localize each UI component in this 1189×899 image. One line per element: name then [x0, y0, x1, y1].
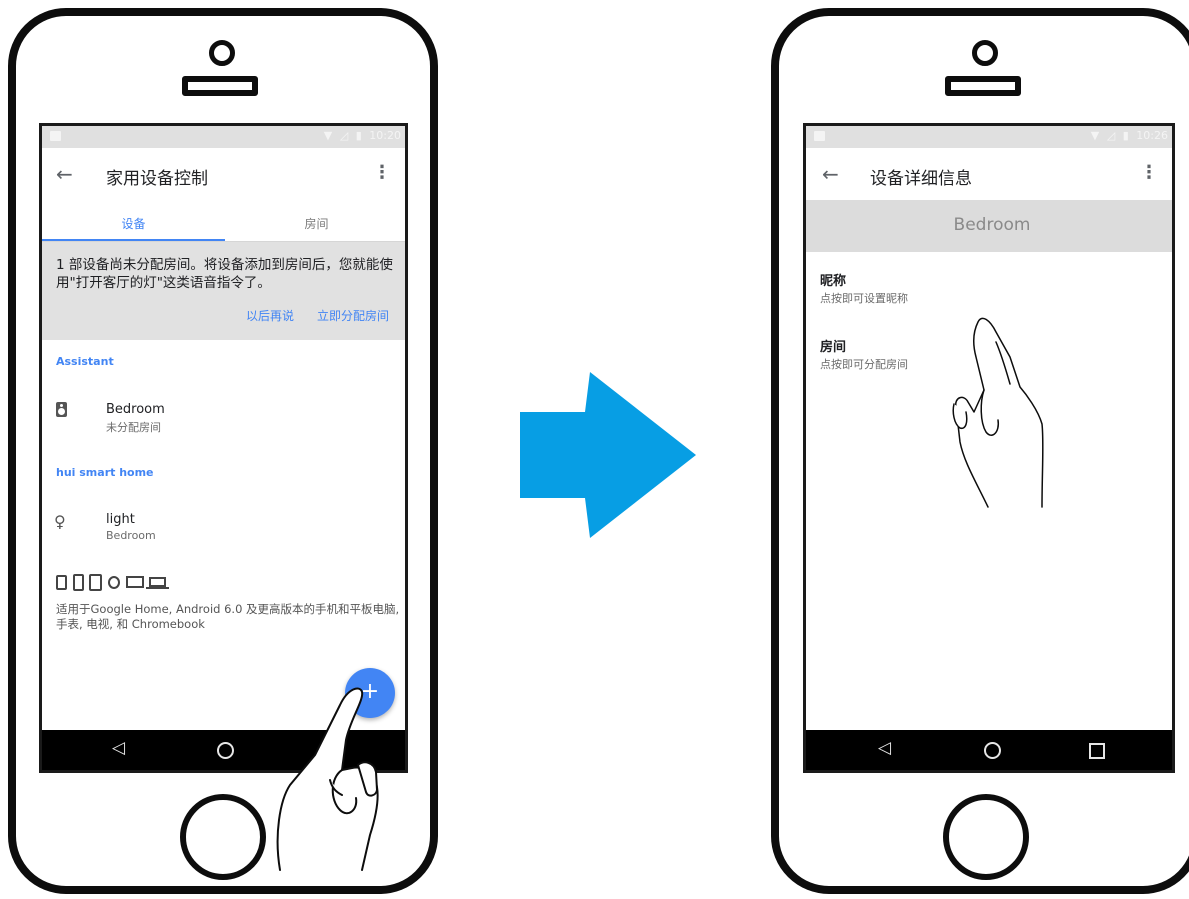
speaker-icon — [56, 402, 67, 417]
back-arrow-icon[interactable]: ← — [56, 162, 73, 186]
later-button[interactable]: 以后再说 — [246, 307, 294, 324]
tapping-hand-left-illustration — [276, 687, 379, 871]
right-phone-home-button — [943, 794, 1029, 880]
left-phone-speaker — [182, 76, 258, 96]
tab-devices[interactable]: 设备 — [42, 215, 225, 232]
status-bar: ▼ ◿ ▮ 10:20 — [42, 126, 405, 148]
device-types-row — [56, 574, 186, 592]
transition-arrow-icon — [520, 372, 696, 538]
status-time: 10:20 — [369, 129, 401, 142]
status-bar: ▼ ◿ ▮ 10:26 — [806, 126, 1172, 148]
right-phone-screen: ▼ ◿ ▮ 10:26 ← 设备详细信息 ⋮ Bedroom 昵称 点按即可设置… — [803, 123, 1175, 773]
notification-icon — [814, 131, 825, 141]
nav-home-icon[interactable] — [984, 742, 1001, 759]
wifi-icon: ▼ — [1090, 129, 1100, 142]
laptop-icon — [149, 577, 166, 587]
unassigned-banner: 1 部设备尚未分配房间。将设备添加到房间后，您就能使用"打开客厅的灯"这类语音指… — [42, 242, 405, 340]
signal-icon: ◿ — [1106, 129, 1116, 142]
item-title: light — [106, 512, 135, 527]
item-title: Bedroom — [106, 402, 165, 417]
right-phone-speaker — [945, 76, 1021, 96]
list-item-bedroom-speaker[interactable]: Bedroom 未分配房间 — [42, 386, 405, 436]
nav-home-icon[interactable] — [217, 742, 234, 759]
tablet-icon — [89, 574, 102, 591]
left-phone-camera — [209, 40, 235, 66]
field-label: 昵称 — [820, 274, 847, 289]
tab-rooms[interactable]: 房间 — [225, 215, 405, 232]
status-time: 10:26 — [1136, 129, 1168, 142]
signal-icon: ◿ — [339, 129, 349, 142]
lightbulb-icon: ♀ — [54, 512, 66, 531]
compatibility-text: 适用于Google Home, Android 6.0 及更高版本的手机和平板电… — [56, 602, 400, 631]
section-header-assistant: Assistant — [56, 355, 114, 368]
battery-icon: ▮ — [1122, 129, 1129, 142]
more-vert-icon[interactable]: ⋮ — [373, 162, 391, 183]
laptop-base — [146, 587, 169, 589]
right-phone-camera — [972, 40, 998, 66]
page-title: 设备详细信息 — [870, 169, 972, 189]
battery-icon: ▮ — [355, 129, 362, 142]
field-label: 房间 — [820, 340, 847, 355]
item-subtitle: 未分配房间 — [106, 421, 161, 434]
section-header-hui-smart-home: hui smart home — [56, 466, 154, 479]
nav-back-icon[interactable]: ◁ — [878, 738, 891, 758]
notification-icon — [50, 131, 61, 141]
android-nav-bar: ◁ — [806, 730, 1172, 770]
speaker-icon — [56, 575, 67, 590]
list-item-light[interactable]: ♀ light Bedroom — [42, 496, 405, 546]
more-vert-icon[interactable]: ⋮ — [1140, 162, 1158, 183]
field-hint: 点按即可分配房间 — [820, 358, 908, 371]
nav-recents-icon[interactable] — [1089, 743, 1105, 759]
assign-room-button[interactable]: 立即分配房间 — [317, 307, 389, 324]
wifi-icon: ▼ — [323, 129, 333, 142]
nav-back-icon[interactable]: ◁ — [112, 738, 125, 758]
field-hint: 点按即可设置昵称 — [820, 292, 908, 305]
page-title: 家用设备控制 — [106, 169, 208, 189]
back-arrow-icon[interactable]: ← — [822, 162, 839, 186]
tv-icon — [126, 576, 144, 588]
tapping-hand-right-illustration — [952, 317, 1044, 508]
device-name: Bedroom — [953, 215, 1031, 235]
item-subtitle: Bedroom — [106, 529, 156, 542]
left-phone-home-button — [180, 794, 266, 880]
banner-message: 1 部设备尚未分配房间。将设备添加到房间后，您就能使用"打开客厅的灯"这类语音指… — [56, 257, 393, 291]
nickname-field[interactable]: 昵称 点按即可设置昵称 — [806, 266, 1172, 311]
watch-icon — [108, 576, 120, 589]
phone-icon — [73, 574, 84, 591]
device-name-header: Bedroom — [806, 200, 1172, 252]
